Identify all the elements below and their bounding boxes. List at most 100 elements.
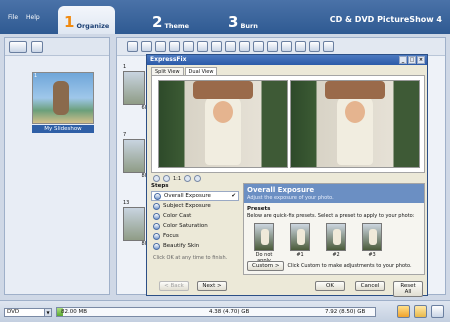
- step-subject-exposure[interactable]: Subject Exposure: [151, 201, 239, 211]
- disc-type-value: DVD: [7, 309, 20, 315]
- step-color-saturation[interactable]: Color Saturation: [151, 221, 239, 231]
- step-color-cast[interactable]: Color Cast: [151, 211, 239, 221]
- preset-3[interactable]: #3: [360, 223, 384, 264]
- step-focus[interactable]: Focus: [151, 231, 239, 241]
- layout-icon[interactable]: [309, 41, 320, 52]
- tab-theme[interactable]: 2 Theme: [146, 6, 195, 34]
- tab-number: 1: [64, 13, 75, 31]
- photo-image[interactable]: [123, 207, 145, 241]
- zoom-out-icon[interactable]: [163, 175, 170, 182]
- crop-icon[interactable]: [225, 41, 236, 52]
- preset-thumbnail[interactable]: [254, 223, 274, 251]
- app-header: File Help 1 Organize 2 Theme 3 Burn CD &…: [0, 0, 450, 34]
- adjustment-panel: Overall Exposure Adjust the exposure of …: [243, 183, 425, 275]
- capacity-mark-1: 4.38 (4.70) GB: [209, 309, 250, 315]
- color-saturation-icon: [153, 222, 160, 230]
- dialog-title-bar[interactable]: ExpressFix _ □ ×: [147, 55, 427, 65]
- slideshow-panel: 1 My Slideshow: [4, 37, 110, 295]
- rotate-left-icon[interactable]: [197, 41, 208, 52]
- presets-description: Below are quick-fix presets. Select a pr…: [247, 213, 415, 219]
- undo-icon[interactable]: [253, 41, 264, 52]
- properties-icon[interactable]: [295, 41, 306, 52]
- maximize-icon[interactable]: □: [408, 56, 416, 64]
- next-button[interactable]: Next >: [197, 281, 227, 291]
- folder-icon[interactable]: [414, 305, 427, 318]
- preset-thumbnail[interactable]: [290, 223, 310, 251]
- custom-button[interactable]: Custom >: [247, 261, 285, 271]
- status-bar: DVD ▼ 82.00 MB 4.38 (4.70) GB 7.92 (8.50…: [0, 300, 450, 322]
- photo-preview-area: [151, 75, 425, 173]
- custom-hint: Click Custom to make adjustments to your…: [287, 263, 412, 269]
- tab-label: Burn: [240, 22, 258, 30]
- delete-icon[interactable]: [155, 41, 166, 52]
- zoom-actual-size[interactable]: 1:1: [173, 176, 181, 182]
- dialog-buttons: < Back Next > OK Cancel Reset All: [151, 281, 423, 297]
- photo-image[interactable]: [123, 71, 145, 105]
- photo-image[interactable]: [123, 139, 145, 173]
- panel-title: Overall Exposure: [244, 184, 424, 195]
- redo-icon[interactable]: [267, 41, 278, 52]
- presets-header: Presets: [247, 206, 271, 212]
- pan-icon[interactable]: [194, 175, 202, 182]
- slideshow-item[interactable]: 1 My Slideshow: [32, 72, 94, 133]
- app-title: CD & DVD PictureShow 4: [329, 15, 442, 24]
- custom-row: Custom > Click Custom to make adjustment…: [247, 261, 412, 271]
- step-label: Overall Exposure: [164, 193, 211, 199]
- preset-2[interactable]: #2: [324, 223, 348, 264]
- rotate-right-icon[interactable]: [211, 41, 222, 52]
- preset-label: #3: [368, 252, 376, 258]
- new-slideshow-icon[interactable]: [9, 40, 27, 53]
- beautify-skin-icon: [153, 242, 160, 250]
- steps-list: Steps Overall Exposure ✔ Subject Exposur…: [151, 183, 239, 277]
- expressfix-icon[interactable]: [183, 41, 194, 52]
- preset-do-not-apply[interactable]: Do not apply: [252, 223, 276, 264]
- step-label: Color Cast: [163, 213, 192, 219]
- add-photo-icon[interactable]: [127, 41, 138, 52]
- minimize-icon[interactable]: _: [399, 56, 407, 64]
- printer-icon[interactable]: [431, 305, 444, 318]
- sort-icon[interactable]: [169, 41, 180, 52]
- exposure-icon: [154, 192, 161, 200]
- menu-help[interactable]: Help: [26, 14, 40, 21]
- slideshow-label[interactable]: My Slideshow: [32, 125, 94, 133]
- presets-list: Do not apply #1 #2 #3: [244, 220, 424, 267]
- capacity-mark-2: 7.92 (8.50) GB: [325, 309, 366, 315]
- slideshow-thumbnail[interactable]: 1: [32, 72, 94, 124]
- menu-file[interactable]: File: [8, 14, 18, 21]
- step-beautify-skin[interactable]: Beautify Skin: [151, 241, 239, 251]
- reset-all-button[interactable]: Reset All: [393, 281, 423, 297]
- dialog-title: ExpressFix: [150, 56, 187, 63]
- tab-burn[interactable]: 3 Burn: [222, 6, 264, 34]
- save-icon[interactable]: [323, 41, 334, 52]
- original-photo: [158, 80, 288, 168]
- delete-slideshow-icon[interactable]: [31, 40, 43, 53]
- preset-thumbnail[interactable]: [326, 223, 346, 251]
- preset-thumbnail[interactable]: [362, 223, 382, 251]
- tab-organize[interactable]: 1 Organize: [58, 6, 116, 34]
- chevron-down-icon[interactable]: ▼: [44, 309, 51, 316]
- used-space: 82.00 MB: [61, 309, 88, 315]
- preset-label: #2: [332, 252, 340, 258]
- zoom-in-icon[interactable]: [153, 175, 160, 182]
- insert-icon[interactable]: [141, 41, 152, 52]
- disc-type-select[interactable]: DVD ▼: [4, 308, 52, 317]
- tab-label: Organize: [76, 22, 110, 30]
- tab-number: 2: [152, 13, 163, 31]
- ok-button[interactable]: OK: [315, 281, 345, 291]
- step-label: Subject Exposure: [163, 203, 211, 209]
- burn-icon[interactable]: [397, 305, 410, 318]
- text-icon[interactable]: [239, 41, 250, 52]
- back-button[interactable]: < Back: [159, 281, 189, 291]
- preset-1[interactable]: #1: [288, 223, 312, 264]
- step-label: Color Saturation: [163, 223, 208, 229]
- close-icon[interactable]: ×: [417, 56, 425, 64]
- fit-window-icon[interactable]: [184, 175, 192, 182]
- view-icon[interactable]: [281, 41, 292, 52]
- preset-label: #1: [296, 252, 304, 258]
- step-overall-exposure[interactable]: Overall Exposure ✔: [151, 191, 239, 201]
- panel-description: Adjust the exposure of your photo.: [244, 195, 424, 203]
- cancel-button[interactable]: Cancel: [355, 281, 385, 291]
- status-icons: [397, 305, 444, 318]
- tab-number: 3: [228, 13, 239, 31]
- color-cast-icon: [153, 212, 160, 220]
